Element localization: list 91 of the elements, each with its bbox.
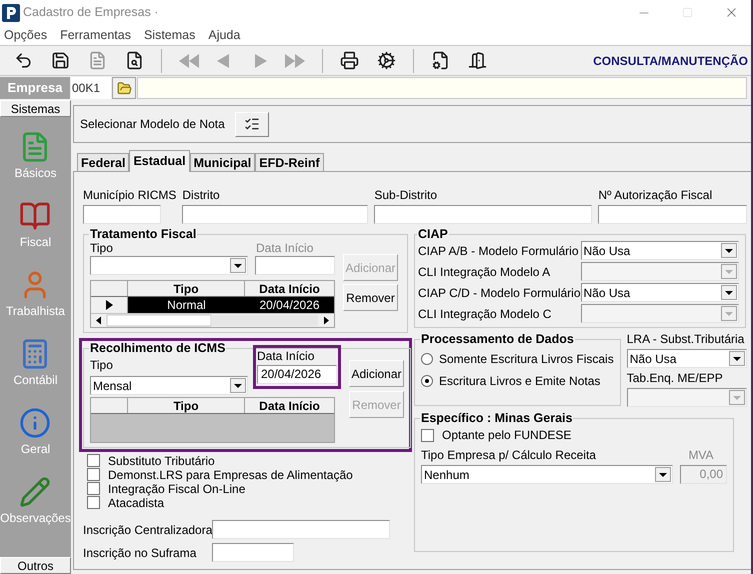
checkbox-label: Integração Fiscal On-Line [108,482,246,496]
radio-button[interactable] [421,353,433,365]
pencil-icon[interactable] [19,476,52,508]
field-label: Data Início [257,349,316,363]
field-label: Tipo [90,358,114,372]
column-header: Data Início [258,398,321,413]
field-label: Distrito [182,188,221,202]
company-name-field[interactable] [137,77,747,99]
field-label: Data Início [256,241,314,255]
menu-item[interactable]: Ferramentas [60,26,131,44]
list-icon [244,116,260,132]
save-icon[interactable] [51,51,70,70]
model-label: Selecionar Modelo de Nota [80,117,225,131]
field-label: CLI Integração Modelo C [418,306,552,320]
text-field[interactable] [255,256,335,275]
column-header: Tipo [128,398,245,413]
action-button[interactable]: Adicionar [349,360,404,387]
book-icon[interactable] [19,200,52,232]
menu-item[interactable]: Opções [4,26,48,44]
sidebar-footer[interactable]: Outros [0,557,71,574]
table-cell-text: 20/04/2026 [258,297,321,313]
field-label: Tab.Enq. ME/EPP [626,371,724,385]
dropdown[interactable]: Mensal [90,376,248,395]
field-label: CIAP C/D - Modelo Formulário [418,286,580,300]
field-label: Tipo Empresa p/ Cálculo Receita [421,448,596,462]
row-pointer-icon [106,300,112,310]
field-label: Inscrição no Suframa [83,546,198,560]
tab[interactable]: Municipal [190,153,256,171]
group-title: CIAP [417,227,449,241]
column-header: Tipo [128,281,245,296]
group-title: Tratamento Fiscal [89,227,198,241]
radio-label: Escritura Livros e Emite Notas [439,374,600,388]
checkbox-label: Atacadista [108,496,164,510]
dropdown[interactable]: Não Usa [580,283,738,302]
checkbox-label: Optante pelo FUNDESE [442,428,572,442]
group-title: Processamento de Dados [420,332,575,346]
radio-button[interactable] [421,375,433,387]
text-field[interactable] [212,520,390,539]
preview-icon[interactable] [125,51,144,70]
field-label: LRA - Subst.Tributária [626,332,746,346]
text-field[interactable] [374,205,592,224]
field-label: MVA [687,448,715,462]
group-title: Recolhimento de ICMS [89,341,226,355]
exit-door-icon[interactable] [468,51,487,70]
group-title: Específico : Minas Gerais [420,411,574,425]
mode-label: CONSULTA/MANUTENÇÃO [593,52,748,70]
tab[interactable]: Estadual [129,150,190,172]
printer-icon[interactable] [340,51,359,70]
dropdown[interactable]: Não Usa [580,241,738,260]
action-button[interactable]: Remover [343,284,398,311]
info-icon[interactable] [19,407,52,439]
field-label: Inscrição Centralizadora [83,522,212,536]
sidebar-header[interactable]: Sistemas [0,100,71,117]
date-field[interactable]: 20/04/2026 [257,365,337,384]
file-gear-icon[interactable] [431,51,450,70]
menu-item[interactable]: Ajuda [208,26,240,44]
field-label: CIAP A/B - Modelo Formulário [418,244,579,258]
text-field[interactable] [182,205,368,224]
checkbox[interactable] [87,496,100,509]
field-label: Nº Autorização Fiscal [598,188,714,202]
field-label: Tipo [90,241,114,255]
column-header: Data Início [258,281,321,296]
checkbox[interactable] [87,454,100,467]
table-cell-text: Normal [166,297,207,313]
checkbox[interactable] [87,468,100,481]
checkbox[interactable] [421,428,434,442]
field-label: Município RICMS [83,188,176,202]
open-folder-button[interactable] [112,77,136,99]
gear-icon[interactable] [377,51,396,70]
text-field[interactable] [598,205,748,224]
window-title: Cadastro de Empresas · [23,4,158,22]
dropdown[interactable] [90,256,248,275]
code-field[interactable]: 00K1 [71,77,111,99]
radio-label: Somente Escritura Livros Fiscais [439,352,614,366]
menu-item[interactable]: Sistemas [144,26,196,44]
table-row[interactable]: Normal 20/04/2026 [91,297,334,313]
checkbox[interactable] [87,482,100,495]
dropdown[interactable]: Não Usa [626,349,747,368]
folder-icon [116,80,132,96]
undo-icon[interactable] [14,51,33,70]
text-field[interactable] [212,543,294,562]
text-field[interactable] [83,205,161,224]
tab[interactable]: EFD-Reinf [255,153,324,171]
empresa-label: Empresa [0,77,70,99]
checkbox-label: Substituto Tributário [108,454,215,468]
dropdown[interactable]: Nenhum [421,465,673,484]
field-label: CLI Integração Modelo A [418,264,550,278]
checkbox-label: Demonst.LRS para Empresas de Alimentação [108,468,353,482]
field-label: Sub-Distrito [374,188,438,202]
select-model-button[interactable] [234,112,269,136]
tab[interactable]: Federal [77,153,130,171]
